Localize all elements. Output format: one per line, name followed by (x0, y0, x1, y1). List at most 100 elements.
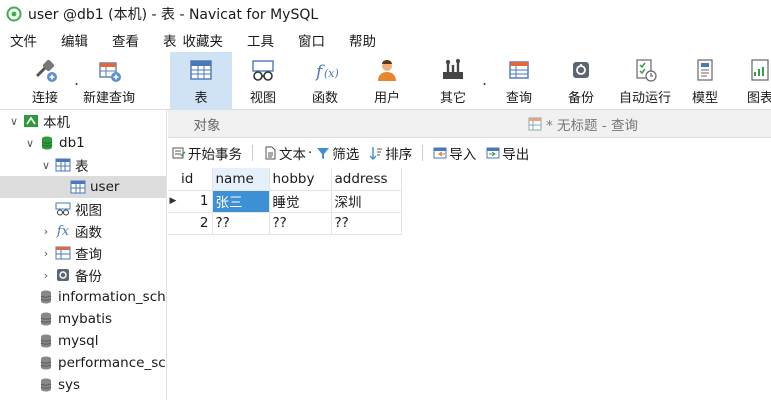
table-row[interactable]: ▶ 1 张三 睡觉 深圳 (168, 190, 402, 213)
table-icon (70, 179, 86, 195)
export-label: 导出 (502, 147, 530, 163)
menu-edit[interactable]: 编辑 (61, 30, 88, 50)
tab-objects[interactable]: 对象 (168, 110, 246, 138)
text-button[interactable]: 文本 · (263, 143, 312, 163)
nav-table-user[interactable]: user (0, 176, 166, 198)
import-button[interactable]: 导入 (433, 143, 476, 163)
nav-functions[interactable]: › fx 函数 (0, 220, 166, 242)
menu-favorites[interactable]: 收藏夹 (183, 30, 224, 50)
sort-button[interactable]: 排序 (369, 143, 412, 163)
chevron-down-icon[interactable]: ∨ (8, 115, 20, 128)
nav-backups[interactable]: › 备份 (0, 264, 166, 286)
cell-hobby[interactable]: ?? (269, 212, 332, 235)
views-label: 视图 (249, 91, 276, 106)
column-header-id[interactable]: id (178, 168, 213, 191)
chevron-down-icon[interactable]: ∨ (40, 159, 52, 172)
menu-view[interactable]: 查看 (112, 30, 139, 50)
toolbar-dropdown-dot-2: . (482, 70, 488, 89)
nav-tables-label: 表 (75, 159, 89, 175)
begin-transaction-button[interactable]: 开始事务 (172, 143, 242, 163)
tables-button[interactable]: 表 (170, 52, 232, 110)
text-icon (265, 146, 276, 160)
nav-connection[interactable]: ∨ 本机 (0, 110, 166, 132)
menu-help[interactable]: 帮助 (349, 30, 376, 50)
toolbar-divider (252, 145, 253, 161)
backup-button[interactable]: 备份 (552, 52, 610, 110)
table-row[interactable]: 2 ?? ?? ?? (168, 212, 402, 235)
new-query-button[interactable]: 新建查询 (80, 52, 138, 110)
chevron-right-icon[interactable]: › (40, 269, 52, 282)
cell-hobby[interactable]: 睡觉 (269, 190, 332, 213)
nav-db-label: information_schema (58, 289, 166, 305)
column-header-address[interactable]: address (331, 168, 402, 191)
cell-id[interactable]: 1 (178, 190, 213, 213)
export-button[interactable]: 导出 (486, 143, 529, 163)
nav-tables-group[interactable]: ∨ 表 (0, 154, 166, 176)
nav-database-label: db1 (59, 135, 85, 151)
nav-database-mybatis[interactable]: mybatis (0, 308, 166, 330)
connection-icon (23, 113, 39, 129)
nav-database-sys[interactable]: sys (0, 374, 166, 396)
connect-button[interactable]: 连接 (16, 52, 74, 110)
cell-name[interactable]: ?? (212, 212, 270, 235)
connect-icon (30, 55, 60, 85)
sort-icon (369, 147, 383, 160)
queries-label: 查询 (505, 91, 532, 106)
filter-label: 筛选 (332, 147, 360, 163)
import-icon (433, 147, 447, 159)
nav-database-information-schema[interactable]: information_schema (0, 286, 166, 308)
cell-name[interactable]: 张三 (212, 190, 270, 213)
database-icon (38, 377, 54, 393)
nav-functions-label: 函数 (75, 225, 102, 241)
filter-icon (317, 148, 330, 159)
table-icon (186, 55, 216, 85)
view-icon (248, 55, 278, 85)
navicat-logo-icon (6, 6, 22, 22)
tab-query-label: * 无标题 - 查询 (546, 118, 638, 134)
column-header-name[interactable]: name (212, 168, 270, 191)
dropdown-dot-icon: · (308, 145, 313, 161)
transaction-icon (172, 147, 186, 159)
column-header-hobby[interactable]: hobby (269, 168, 332, 191)
views-button[interactable]: 视图 (234, 52, 292, 110)
auto-run-button[interactable]: 自动运行 (612, 52, 678, 110)
tab-query-untitled[interactable]: * 无标题 - 查询 (528, 110, 638, 138)
function-icon: f (x) (310, 55, 340, 85)
nav-queries[interactable]: › 查询 (0, 242, 166, 264)
database-icon (38, 311, 54, 327)
model-button[interactable]: 模型 (680, 52, 730, 110)
users-button[interactable]: 用户 (358, 52, 416, 110)
menu-tools[interactable]: 工具 (247, 30, 274, 50)
nav-views[interactable]: 视图 (0, 198, 166, 220)
functions-button[interactable]: f (x) 函数 (296, 52, 354, 110)
nav-database-mysql[interactable]: mysql (0, 330, 166, 352)
nav-database-db1[interactable]: ∨ db1 (0, 132, 166, 154)
query-icon (528, 117, 542, 131)
model-label: 模型 (691, 91, 718, 106)
queries-button[interactable]: 查询 (490, 52, 548, 110)
import-label: 导入 (449, 147, 477, 163)
cell-id[interactable]: 2 (178, 212, 213, 235)
nav-database-performance-schema[interactable]: performance_schema (0, 352, 166, 374)
row-marker (168, 212, 178, 235)
menu-table[interactable]: 表 (163, 30, 177, 50)
chevron-right-icon[interactable]: › (40, 247, 52, 260)
sort-label: 排序 (385, 147, 413, 163)
cell-address[interactable]: 深圳 (331, 190, 402, 213)
svg-text:(x): (x) (324, 67, 339, 80)
others-button[interactable]: 其它 (424, 52, 482, 110)
auto-run-icon (630, 55, 660, 85)
cell-address[interactable]: ?? (331, 212, 402, 235)
export-icon (486, 147, 500, 159)
menu-file[interactable]: 文件 (10, 30, 37, 50)
chevron-down-icon[interactable]: ∨ (24, 137, 36, 150)
filter-button[interactable]: 筛选 (316, 143, 359, 163)
chevron-right-icon[interactable]: › (40, 225, 52, 238)
chart-icon (745, 55, 771, 85)
nav-connection-label: 本机 (43, 115, 70, 131)
menu-window[interactable]: 窗口 (298, 30, 325, 50)
database-icon (38, 355, 54, 371)
charts-button[interactable]: 图表 (740, 52, 771, 110)
nav-queries-label: 查询 (75, 247, 102, 263)
database-icon (38, 333, 54, 349)
